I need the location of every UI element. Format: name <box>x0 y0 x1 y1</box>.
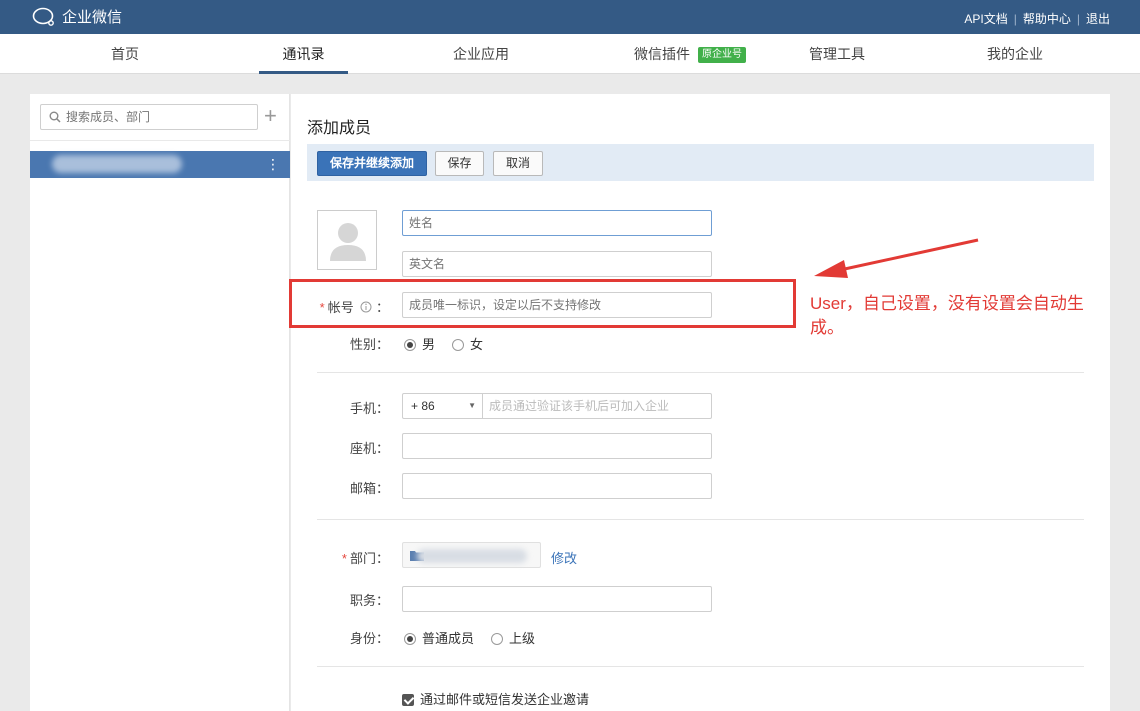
required-marker: * <box>341 551 347 566</box>
english-name-field[interactable] <box>402 251 712 277</box>
vertical-dots-icon[interactable]: ⋮ <box>266 156 280 172</box>
divider <box>30 140 290 141</box>
mobile-input[interactable]: 成员通过验证该手机后可加入企业 <box>483 394 669 418</box>
country-code-select[interactable]: + 86 ▼ <box>403 394 483 418</box>
identity-member-label: 普通成员 <box>422 631 475 646</box>
caret-down-icon: ▼ <box>468 401 476 410</box>
mobile-label: 手机： <box>349 401 389 416</box>
identity-superior-label: 上级 <box>509 631 536 646</box>
top-bar: 企业微信 API文档 | 帮助中心 | 退出 <box>0 0 1140 34</box>
landline-label: 座机： <box>349 441 389 456</box>
search-input[interactable] <box>66 110 246 124</box>
plus-icon[interactable]: + <box>264 104 277 128</box>
position-label: 职务： <box>349 593 389 608</box>
divider <box>317 519 1084 520</box>
email-field[interactable] <box>402 473 712 499</box>
radio-unchecked-icon <box>452 339 464 351</box>
department-label-text: 部门： <box>349 551 389 566</box>
nav-tools[interactable]: 管理工具 <box>777 34 897 74</box>
link-separator: | <box>1076 11 1080 26</box>
landline-field[interactable] <box>402 433 712 459</box>
user-silhouette-icon <box>330 223 366 261</box>
chat-bubble-icon <box>32 7 54 26</box>
api-docs-link[interactable]: API文档 <box>964 10 1007 27</box>
gender-female-radio[interactable]: 女 <box>452 334 483 353</box>
edit-department-link[interactable]: 修改 <box>551 548 577 567</box>
nav-contacts[interactable]: 通讯录 <box>259 34 348 74</box>
nav-wechat-plugin[interactable]: 微信插件 原企业号 <box>610 34 770 74</box>
app-logo[interactable]: 企业微信 <box>32 6 122 27</box>
name-field[interactable] <box>402 210 712 236</box>
help-center-link[interactable]: 帮助中心 <box>1023 10 1071 27</box>
identity-label: 身份： <box>349 631 389 646</box>
avatar[interactable] <box>317 210 377 270</box>
main-nav: 首页 通讯录 企业应用 微信插件 原企业号 管理工具 我的企业 <box>0 34 1140 74</box>
nav-my-enterprise[interactable]: 我的企业 <box>955 34 1075 74</box>
top-links: API文档 | 帮助中心 | 退出 <box>964 10 1110 27</box>
department-label: * 部门： <box>319 548 389 567</box>
link-separator: | <box>1013 11 1017 26</box>
save-button[interactable]: 保存 <box>435 151 484 176</box>
checkbox-checked-icon <box>402 694 414 706</box>
app-name: 企业微信 <box>62 9 123 26</box>
search-icon <box>49 111 61 123</box>
radio-checked-icon <box>404 633 416 645</box>
logout-link[interactable]: 退出 <box>1086 10 1110 27</box>
nav-apps[interactable]: 企业应用 <box>421 34 541 74</box>
gender-male-label: 男 <box>422 337 436 352</box>
department-tree-root[interactable]: ⋮ <box>30 151 290 178</box>
position-field[interactable] <box>402 586 712 612</box>
blurred-department-name <box>417 549 527 563</box>
identity-member-radio[interactable]: 普通成员 <box>404 628 474 647</box>
gender-male-radio[interactable]: 男 <box>404 334 435 353</box>
save-and-continue-button[interactable]: 保存并继续添加 <box>317 151 427 176</box>
annotation-arrow-icon <box>814 238 979 278</box>
radio-unchecked-icon <box>491 633 503 645</box>
cancel-button[interactable]: 取消 <box>493 151 543 176</box>
annotation-text: User，自己设置，没有设置会自动生成。 <box>810 294 1084 337</box>
sidebar: + ⋮ <box>30 94 290 711</box>
main-panel: 添加成员 保存并继续添加 保存 取消 *帐号 ： 性别： 男 女 手机： + 8… <box>291 94 1110 711</box>
enterprise-badge: 原企业号 <box>698 47 746 63</box>
nav-wechat-plugin-label: 微信插件 <box>634 46 690 62</box>
page-title: 添加成员 <box>307 120 372 137</box>
country-code-value: + 86 <box>411 399 435 413</box>
divider <box>317 372 1084 373</box>
nav-home[interactable]: 首页 <box>65 34 185 74</box>
action-toolbar: 保存并继续添加 保存 取消 <box>307 144 1094 181</box>
mobile-field: + 86 ▼ 成员通过验证该手机后可加入企业 <box>402 393 712 419</box>
department-chip <box>402 542 541 568</box>
identity-superior-radio[interactable]: 上级 <box>491 628 535 647</box>
send-invite-label: 通过邮件或短信发送企业邀请 <box>420 692 590 707</box>
blurred-department-name <box>52 155 182 173</box>
divider <box>317 666 1084 667</box>
radio-checked-icon <box>404 339 416 351</box>
gender-label: 性别： <box>349 337 389 352</box>
email-label: 邮箱： <box>349 481 389 496</box>
search-box[interactable] <box>40 104 258 130</box>
annotation-highlight-box <box>289 279 796 328</box>
send-invite-checkbox[interactable]: 通过邮件或短信发送企业邀请 <box>402 689 589 708</box>
gender-female-label: 女 <box>470 337 484 352</box>
